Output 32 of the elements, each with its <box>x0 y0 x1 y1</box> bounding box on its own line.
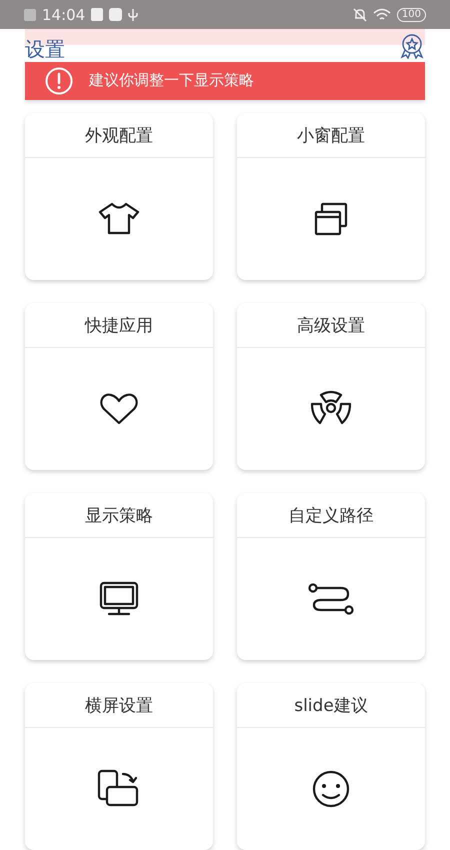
screen-rotate-icon <box>97 769 141 809</box>
card-title: 快捷应用 <box>25 303 213 348</box>
wifi-icon <box>372 8 391 22</box>
smiley-icon <box>311 769 351 809</box>
settings-card[interactable]: 自定义路径 <box>237 493 425 660</box>
award-badge-icon[interactable] <box>399 32 425 58</box>
settings-card[interactable]: 显示策略 <box>25 493 213 660</box>
heart-icon <box>99 392 139 426</box>
page-title: 设置 <box>25 36 65 60</box>
windows-icon <box>314 202 348 236</box>
settings-card[interactable]: 高级设置 <box>237 303 425 470</box>
card-title: 高级设置 <box>237 303 425 348</box>
status-time: 14:04 <box>42 6 86 24</box>
card-title: slide建议 <box>237 683 425 728</box>
settings-card[interactable]: 小窗配置 <box>237 113 425 280</box>
alert-message: 建议你调整一下显示策略 <box>89 71 254 90</box>
shirt-icon <box>97 202 141 236</box>
usb-icon <box>128 8 138 22</box>
monitor-icon <box>99 581 139 617</box>
card-title: 外观配置 <box>25 113 213 158</box>
mute-bell-icon <box>352 8 367 22</box>
card-title: 显示策略 <box>25 493 213 538</box>
settings-card[interactable]: 快捷应用 <box>25 303 213 470</box>
warning-icon <box>45 66 73 95</box>
battery-indicator: 100 <box>396 8 426 22</box>
route-icon <box>308 583 354 615</box>
settings-card[interactable]: slide建议 <box>237 683 425 850</box>
settings-card[interactable]: 横屏设置 <box>25 683 213 850</box>
card-title: 自定义路径 <box>237 493 425 538</box>
card-title: 横屏设置 <box>25 683 213 728</box>
settings-card[interactable]: 外观配置 <box>25 113 213 280</box>
card-title: 小窗配置 <box>237 113 425 158</box>
